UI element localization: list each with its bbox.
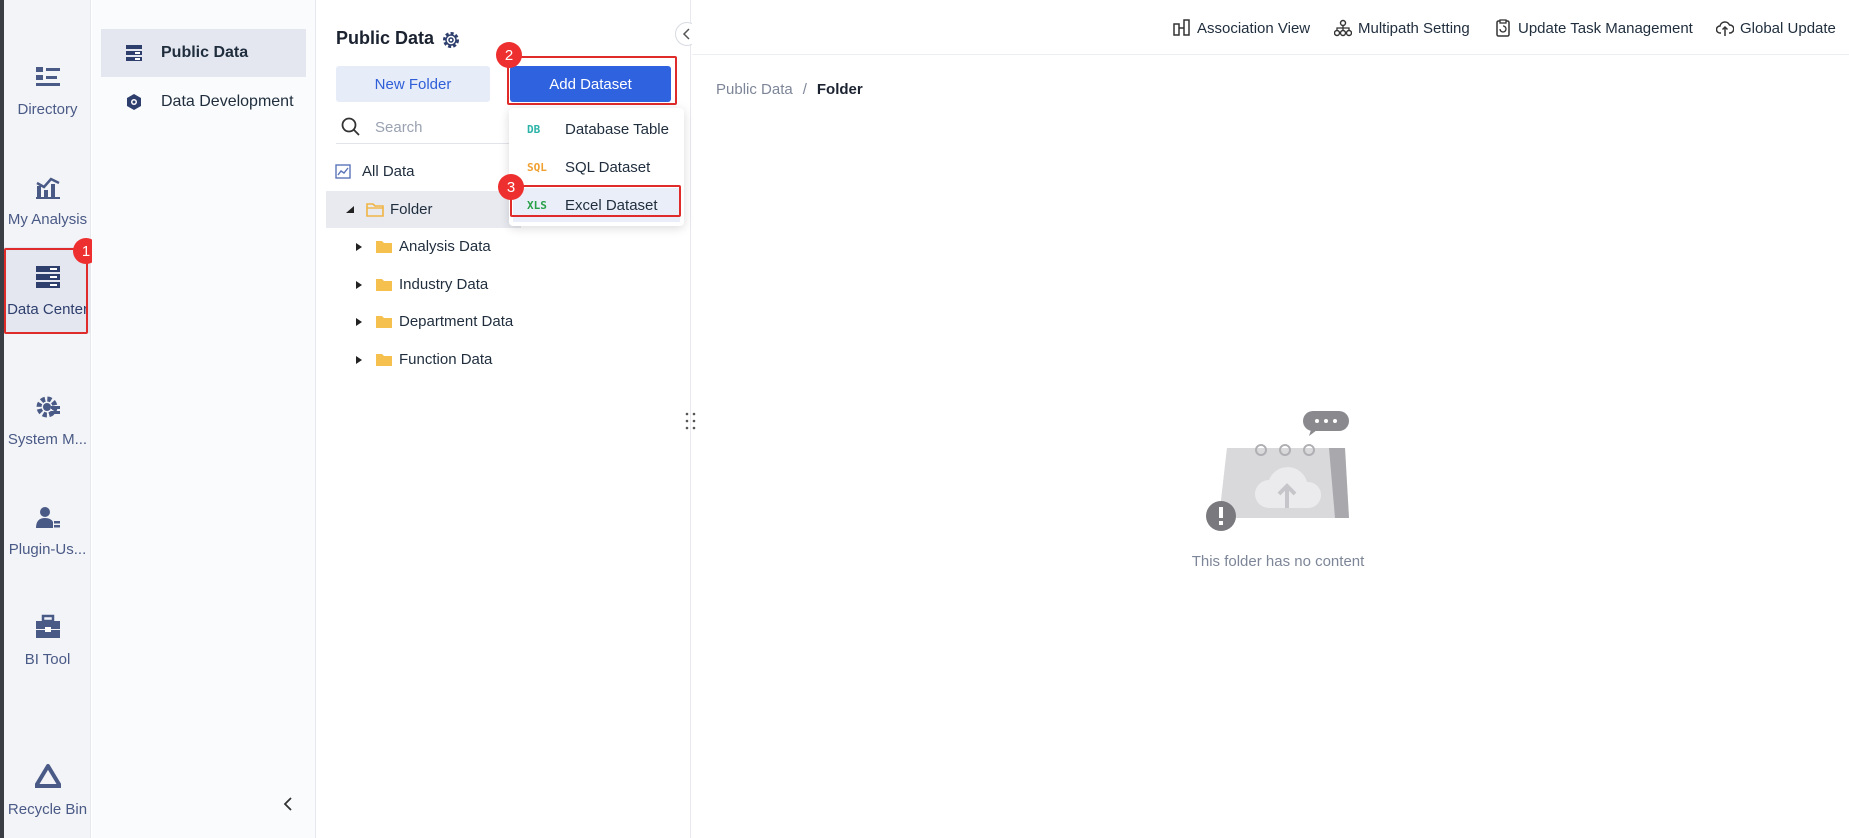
tree-item-function-data[interactable]: Function Data [326, 341, 521, 378]
tree-item-department-data[interactable]: Department Data [326, 303, 521, 340]
tree-item-label: Department Data [399, 313, 514, 330]
sub-navigation: Public Data Data Development [92, 0, 316, 838]
top-action-label: Multipath Setting [1358, 19, 1470, 37]
association-view-button[interactable]: Association View [1173, 16, 1310, 40]
search-box [336, 112, 526, 144]
tree-item-label: Folder [390, 201, 433, 218]
menu-item-label: Database Table [565, 120, 669, 138]
sql-dataset-icon: SQL [527, 160, 547, 174]
analysis-chart-icon [34, 173, 62, 201]
caret-down-icon[interactable] [344, 204, 356, 216]
data-development-icon [125, 92, 145, 112]
multipath-setting-button[interactable]: Multipath Setting [1333, 16, 1470, 40]
new-folder-button[interactable]: New Folder [336, 66, 490, 102]
top-action-label: Global Update [1740, 19, 1836, 37]
rail-item-recycle-bin[interactable]: Recycle Bin [4, 747, 91, 833]
breadcrumb: Public Data / Folder [716, 81, 863, 98]
association-view-icon [1173, 19, 1191, 37]
drag-handle-icon[interactable] [684, 411, 698, 431]
breadcrumb-current: Folder [816, 81, 863, 98]
subnav-item-data-development[interactable]: Data Development [101, 78, 306, 126]
menu-item-sql-dataset[interactable]: SQL SQL Dataset [513, 150, 680, 184]
chevron-left-icon [283, 797, 292, 811]
all-data-chart-icon [335, 163, 351, 180]
tree-item-industry-data[interactable]: Industry Data [326, 266, 521, 303]
breadcrumb-root[interactable]: Public Data [716, 81, 793, 98]
empty-folder-illustration [1199, 408, 1351, 536]
caret-right-icon[interactable] [353, 279, 365, 291]
rail-item-directory[interactable]: Directory [4, 47, 91, 133]
update-task-management-button[interactable]: Update Task Management [1494, 16, 1693, 40]
folder-icon [375, 314, 393, 330]
breadcrumb-separator: / [802, 81, 807, 98]
chevron-left-icon [682, 28, 690, 40]
rail-item-label: BI Tool [24, 650, 71, 668]
top-action-label: Association View [1197, 19, 1311, 37]
tree-item-label: Industry Data [399, 276, 489, 293]
tree-item-label: Function Data [399, 351, 493, 368]
plugin-user-icon [34, 503, 62, 531]
toolbox-icon [34, 613, 62, 641]
rail-item-system-management[interactable]: System M... [4, 377, 91, 463]
rail-item-label: Plugin-Us... [8, 540, 87, 558]
collapse-sidebar-button[interactable] [276, 792, 300, 816]
tree-item-folder[interactable]: Folder [326, 191, 521, 228]
recycle-bin-icon [34, 763, 62, 791]
subnav-item-label: Public Data [161, 44, 249, 61]
multipath-icon [1333, 19, 1353, 37]
tree-item-label: All Data [362, 163, 415, 180]
folder-icon [375, 277, 393, 293]
caret-right-icon[interactable] [353, 316, 365, 328]
highlight-box-excel-dataset [510, 185, 681, 217]
caret-right-icon[interactable] [353, 354, 365, 366]
left-rail: Directory My Analysis Data Center System… [0, 0, 91, 838]
task-management-icon [1494, 19, 1512, 37]
rail-item-bi-tool[interactable]: BI Tool [4, 597, 91, 683]
rail-item-label: System M... [7, 430, 88, 448]
top-action-label: Update Task Management [1518, 19, 1693, 37]
directory-icon [34, 63, 62, 91]
rail-item-label: My Analysis [7, 210, 88, 228]
system-gear-icon [34, 393, 62, 421]
tree-item-analysis-data[interactable]: Analysis Data [326, 228, 521, 265]
menu-item-database-table[interactable]: DB Database Table [513, 112, 680, 146]
public-data-icon [125, 43, 145, 63]
search-icon [341, 117, 363, 139]
panel-title: Public Data [336, 28, 435, 48]
subnav-item-public-data[interactable]: Public Data [101, 29, 306, 77]
global-update-button[interactable]: Global Update [1715, 16, 1836, 40]
tree-item-label: Analysis Data [399, 238, 491, 255]
folder-icon [375, 239, 393, 255]
step-badge-2: 2 [496, 42, 522, 68]
highlight-box-data-center [4, 248, 88, 334]
rail-item-label: Recycle Bin [7, 800, 88, 818]
step-badge-3: 3 [498, 174, 524, 200]
subnav-item-label: Data Development [161, 93, 294, 110]
rail-item-my-analysis[interactable]: My Analysis [4, 157, 91, 243]
rail-item-plugin-user[interactable]: Plugin-Us... [4, 487, 91, 573]
caret-right-icon[interactable] [353, 241, 365, 253]
menu-item-label: SQL Dataset [565, 158, 651, 176]
rail-item-label: Directory [17, 100, 78, 118]
app-root: Directory My Analysis Data Center System… [0, 0, 1849, 838]
empty-state-text: This folder has no content [1191, 553, 1365, 570]
settings-gear-icon[interactable] [441, 30, 461, 50]
folder-open-icon [366, 202, 384, 218]
cloud-update-icon [1715, 19, 1735, 37]
highlight-box-add-dataset [507, 56, 677, 105]
search-input[interactable] [375, 119, 515, 136]
database-table-icon: DB [527, 122, 541, 136]
folder-icon [375, 352, 393, 368]
